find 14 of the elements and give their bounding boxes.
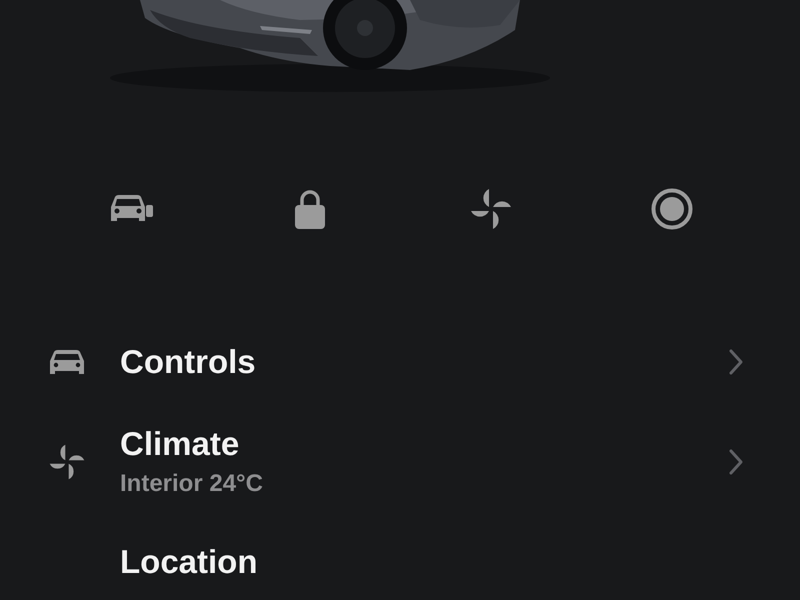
chevron-right-icon: [728, 348, 744, 376]
lock-icon[interactable]: [294, 189, 326, 229]
fan-icon: [48, 443, 86, 481]
menu-subtitle: Interior 24°C: [120, 469, 264, 499]
record-icon[interactable]: [650, 188, 692, 230]
menu-item[interactable]: Controls: [0, 312, 800, 412]
chevron-right-icon: [728, 448, 744, 476]
menu-title: Controls: [120, 342, 257, 382]
menu-item[interactable]: Climate Interior 24°C: [0, 412, 800, 512]
menu-item[interactable]: Location: [0, 512, 800, 600]
fan-icon[interactable]: [468, 187, 512, 231]
menu-title: Climate: [120, 424, 240, 464]
menu-title: Location: [120, 542, 258, 582]
car-icon: [48, 348, 86, 376]
